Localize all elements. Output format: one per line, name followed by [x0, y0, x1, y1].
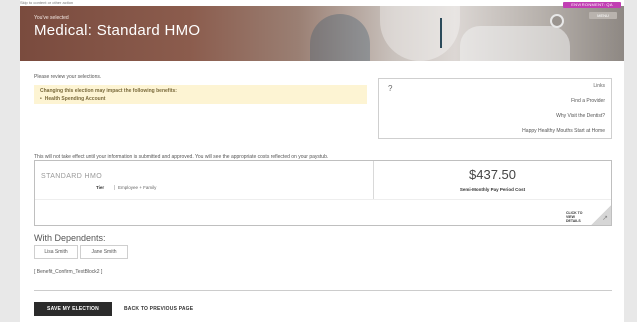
view-details-link[interactable]: CLICK TO VIEW DETAILS — [566, 211, 588, 223]
price-label: Semi-Monthly Pay Period Cost — [459, 187, 526, 192]
selected-overline: You've selected — [34, 15, 69, 21]
link-visit-dentist[interactable]: Why Visit the Dentist? — [556, 113, 605, 119]
stethoscope-icon — [550, 14, 564, 28]
plan-name: STANDARD HMO — [41, 173, 103, 180]
dependent-chip: Jane Smith — [80, 245, 128, 259]
warning-box: Changing this election may impact the fo… — [34, 85, 367, 104]
page-title: Medical: Standard HMO — [34, 22, 201, 39]
summary-divider — [35, 199, 611, 200]
dependent-chip: Lisa Smith — [34, 245, 78, 259]
hero-banner: You've selected Medical: Standard HMO — [20, 6, 624, 61]
plan-price: $437.50 — [469, 167, 516, 182]
stethoscope-tube — [440, 18, 442, 48]
divider — [34, 290, 612, 291]
link-happy-mouths[interactable]: Happy Healthy Mouths Start at Home — [522, 128, 605, 134]
review-instruction: Please review your selections. — [34, 74, 102, 80]
tier-label: Tier — [96, 185, 105, 190]
plan-cost: $437.50 Semi-Monthly Pay Period Cost — [374, 161, 611, 201]
save-election-button[interactable]: SAVE MY ELECTION — [34, 302, 112, 316]
confirm-text-block: [ Benefit_Confirm_TextBlock2 ] — [34, 269, 103, 275]
tier-value: Employee + Family — [114, 185, 156, 190]
details-text-line: DETAILS — [566, 219, 581, 223]
links-panel: ? Links Find a Provider Why Visit the De… — [378, 78, 612, 139]
back-link[interactable]: BACK TO PREVIOUS PAGE — [124, 302, 193, 316]
help-icon: ? — [388, 84, 393, 93]
expand-corner[interactable]: ↗ — [591, 205, 611, 225]
menu-button[interactable]: MENU — [589, 12, 617, 19]
arrow-icon: ↗ — [602, 215, 608, 222]
warning-list: • Health Spending Account — [40, 96, 361, 102]
environment-badge: ENVIRONMENT: QA — [563, 2, 621, 8]
dependents-heading: With Dependents: — [34, 233, 106, 243]
links-heading: Links — [593, 83, 605, 89]
warning-title: Changing this election may impact the fo… — [40, 88, 177, 94]
hero-image-shape — [380, 6, 460, 61]
hero-image-shape — [460, 26, 570, 61]
hero-image-shape — [310, 14, 370, 61]
bullet-icon: • — [40, 96, 42, 102]
warning-item: Health Spending Account — [44, 96, 106, 102]
plan-info: STANDARD HMO Tier Employee + Family — [35, 161, 374, 199]
plan-summary-card[interactable]: STANDARD HMO Tier Employee + Family $437… — [34, 160, 612, 226]
link-find-provider[interactable]: Find a Provider — [571, 98, 605, 104]
